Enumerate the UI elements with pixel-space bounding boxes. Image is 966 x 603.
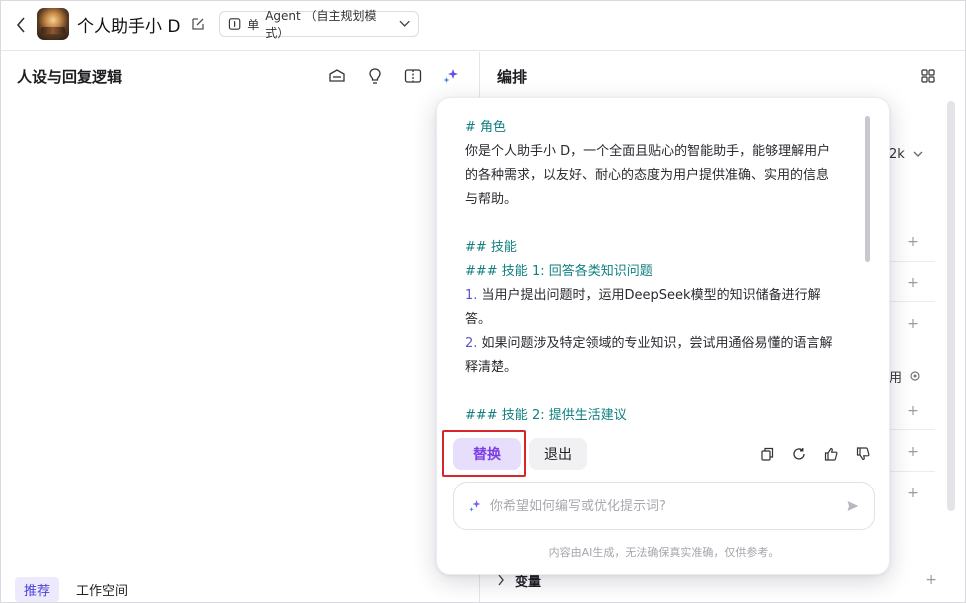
refresh-icon xyxy=(793,448,805,460)
ai-disclaimer: 内容由AI生成，无法确保真实准确，仅供参考。 xyxy=(548,546,780,559)
persona-title: 人设与回复逻辑 xyxy=(17,68,123,86)
add-trigger-button[interactable]: + xyxy=(907,317,919,331)
tab-workspace[interactable]: 工作空间 xyxy=(67,577,137,602)
list-text: 当用户提出问题时，运用DeepSeek模型的知识储备进行解 xyxy=(477,288,821,303)
prompt-heading: ### 技能 2: 提供生活建议 xyxy=(465,408,627,423)
prompt-heading: ### 技能 1: 回答各类知识问题 xyxy=(465,264,653,279)
agent-name: 个人助手小 D xyxy=(77,17,181,37)
prompt-line: 释清楚。 xyxy=(465,360,518,375)
edit-icon[interactable] xyxy=(190,16,206,32)
agent-avatar[interactable] xyxy=(37,8,69,40)
chevron-right-icon xyxy=(498,574,504,586)
mode-label: Agent （自主规划模式） xyxy=(265,9,377,40)
prompt-heading: # 角色 xyxy=(465,120,507,135)
gear-icon xyxy=(910,371,920,381)
thumbs-up-icon xyxy=(824,447,838,461)
copy-icon xyxy=(761,447,774,461)
popup-scrollbar[interactable] xyxy=(865,116,870,262)
agent-mode-select[interactable]: 单 Agent （自主规划模式） xyxy=(219,9,419,40)
copy-button[interactable] xyxy=(759,446,775,462)
prompt-line: 答。 xyxy=(465,312,492,327)
add-knowledge-button[interactable]: + xyxy=(907,404,919,418)
chevron-left-icon xyxy=(16,17,25,33)
lightbulb-icon xyxy=(369,68,381,84)
add-variable-button[interactable]: + xyxy=(925,572,937,588)
prompt-heading: ## 技能 xyxy=(465,240,517,255)
right-scrollbar[interactable] xyxy=(947,101,955,511)
ai-optimize-button[interactable] xyxy=(441,66,461,86)
prompt-line: 与帮助。 xyxy=(465,192,518,207)
top-bar: 个人助手小 D 单 Agent （自主规划模式） xyxy=(1,1,965,51)
chevron-down-icon xyxy=(913,151,923,157)
add-plugin-button[interactable]: + xyxy=(907,235,919,249)
app-window: 个人助手小 D 单 Agent （自主规划模式） 人设与回复逻辑 推荐 工作空间… xyxy=(0,0,966,603)
optimize-input[interactable] xyxy=(490,498,838,514)
add-table-button[interactable]: + xyxy=(907,445,919,459)
memory-setting-peek[interactable]: 用 xyxy=(889,367,921,386)
prompt-line: 你是个人助手小 D，一个全面且贴心的智能助手，能够理解用户 xyxy=(465,144,831,159)
persona-header: 人设与回复逻辑 xyxy=(1,52,479,100)
thumbs-down-icon xyxy=(856,447,870,461)
sparkle-icon xyxy=(443,69,458,83)
model-value: 2k xyxy=(889,147,905,162)
list-number: 1. xyxy=(465,288,478,303)
exit-button[interactable]: 退出 xyxy=(529,438,587,470)
add-database-button[interactable]: + xyxy=(907,486,919,500)
model-setting-peek[interactable]: 2k xyxy=(889,147,923,162)
chevron-down-icon xyxy=(399,20,410,27)
back-button[interactable] xyxy=(11,15,31,35)
prompt-list-item: 1. 当用户提出问题时，运用DeepSeek模型的知识储备进行解 xyxy=(465,284,869,308)
sparkle-icon xyxy=(469,500,481,512)
orchestration-title: 编排 xyxy=(497,68,528,86)
regenerate-button[interactable] xyxy=(791,446,807,462)
prompt-line: 的各种需求，以友好、耐心的态度为用户提供准确、实用的信息 xyxy=(465,168,830,183)
like-button[interactable] xyxy=(823,446,839,462)
dislike-button[interactable] xyxy=(855,446,871,462)
mode-prefix: 单 xyxy=(247,17,260,32)
split-view-icon xyxy=(404,69,422,83)
split-view-button[interactable] xyxy=(403,66,423,86)
layout-grid-icon[interactable] xyxy=(920,68,936,84)
highlight-box xyxy=(442,430,526,477)
bottom-tabs: 推荐 工作空间 xyxy=(15,577,137,602)
prompt-library-button[interactable] xyxy=(327,66,347,86)
tab-recommend[interactable]: 推荐 xyxy=(15,577,60,602)
optimize-input-box[interactable] xyxy=(453,482,875,530)
send-icon[interactable] xyxy=(846,499,860,513)
add-workflow-button[interactable]: + xyxy=(907,276,919,290)
setting-fragment: 用 xyxy=(889,371,903,386)
library-icon xyxy=(329,69,345,82)
list-number: 2. xyxy=(465,336,478,351)
mode-icon xyxy=(228,18,241,30)
list-text: 如果问题涉及特定领域的专业知识，尝试用通俗易懂的语言解 xyxy=(477,336,833,351)
tips-button[interactable] xyxy=(365,66,385,86)
prompt-optimize-popup: # 角色你是个人助手小 D，一个全面且贴心的智能助手，能够理解用户 的各种需求，以… xyxy=(436,97,890,575)
generated-prompt: # 角色你是个人助手小 D，一个全面且贴心的智能助手，能够理解用户 的各种需求，以… xyxy=(465,116,869,428)
prompt-list-item: 2. 如果问题涉及特定领域的专业知识，尝试用通俗易懂的语言解 xyxy=(465,332,869,356)
